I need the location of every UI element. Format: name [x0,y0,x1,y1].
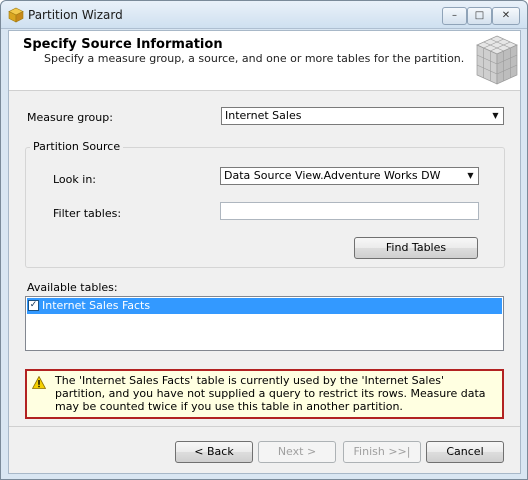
finish-button[interactable]: Finish >>| [343,441,421,463]
cube-grid-icon [476,35,518,85]
warning-message-box: The 'Internet Sales Facts' table is curr… [25,369,504,419]
warning-text: The 'Internet Sales Facts' table is curr… [55,374,486,413]
close-icon: ✕ [501,10,511,21]
partition-source-title: Partition Source [30,140,124,153]
wizard-cube-icon [8,7,24,23]
maximize-icon: □ [474,10,485,21]
available-tables-label: Available tables: [27,281,118,294]
table-name: Internet Sales Facts [42,299,151,312]
window-title: Partition Wizard [28,8,123,22]
partition-source-group: Partition Source Look in: Data Source Vi… [25,140,505,268]
filter-tables-label: Filter tables: [53,207,122,220]
partition-wizard-window: Partition Wizard – □ ✕ Specify Source In… [0,0,528,480]
title-bar[interactable]: Partition Wizard – □ ✕ [1,1,527,29]
dropdown-arrow-icon[interactable]: ▼ [489,109,502,123]
footer-divider [9,426,520,427]
close-button[interactable]: ✕ [492,7,520,25]
next-button[interactable]: Next > [258,441,336,463]
filter-tables-input[interactable] [220,202,479,220]
wizard-header: Specify Source Information Specify a mea… [9,31,520,91]
available-tables-list[interactable]: ✓ Internet Sales Facts [25,296,504,351]
page-title: Specify Source Information [23,37,223,52]
page-subtitle: Specify a measure group, a source, and o… [44,52,465,65]
minimize-button[interactable]: – [442,7,467,25]
back-button[interactable]: < Back [175,441,253,463]
cancel-button[interactable]: Cancel [426,441,504,463]
maximize-button[interactable]: □ [467,7,492,25]
dropdown-arrow-icon[interactable]: ▼ [464,169,477,183]
minimize-icon: – [452,10,457,21]
table-checkbox[interactable]: ✓ [28,300,39,311]
warning-icon [32,376,46,389]
measure-group-value: Internet Sales [225,109,302,122]
find-tables-button[interactable]: Find Tables [354,237,478,259]
look-in-label: Look in: [53,173,96,186]
look-in-dropdown[interactable]: Data Source View.Adventure Works DW ▼ [220,167,479,185]
list-item[interactable]: ✓ Internet Sales Facts [27,298,502,314]
measure-group-label: Measure group: [27,111,113,124]
wizard-client-area: Specify Source Information Specify a mea… [8,30,521,474]
measure-group-dropdown[interactable]: Internet Sales ▼ [221,107,504,125]
look-in-value: Data Source View.Adventure Works DW [224,169,441,182]
